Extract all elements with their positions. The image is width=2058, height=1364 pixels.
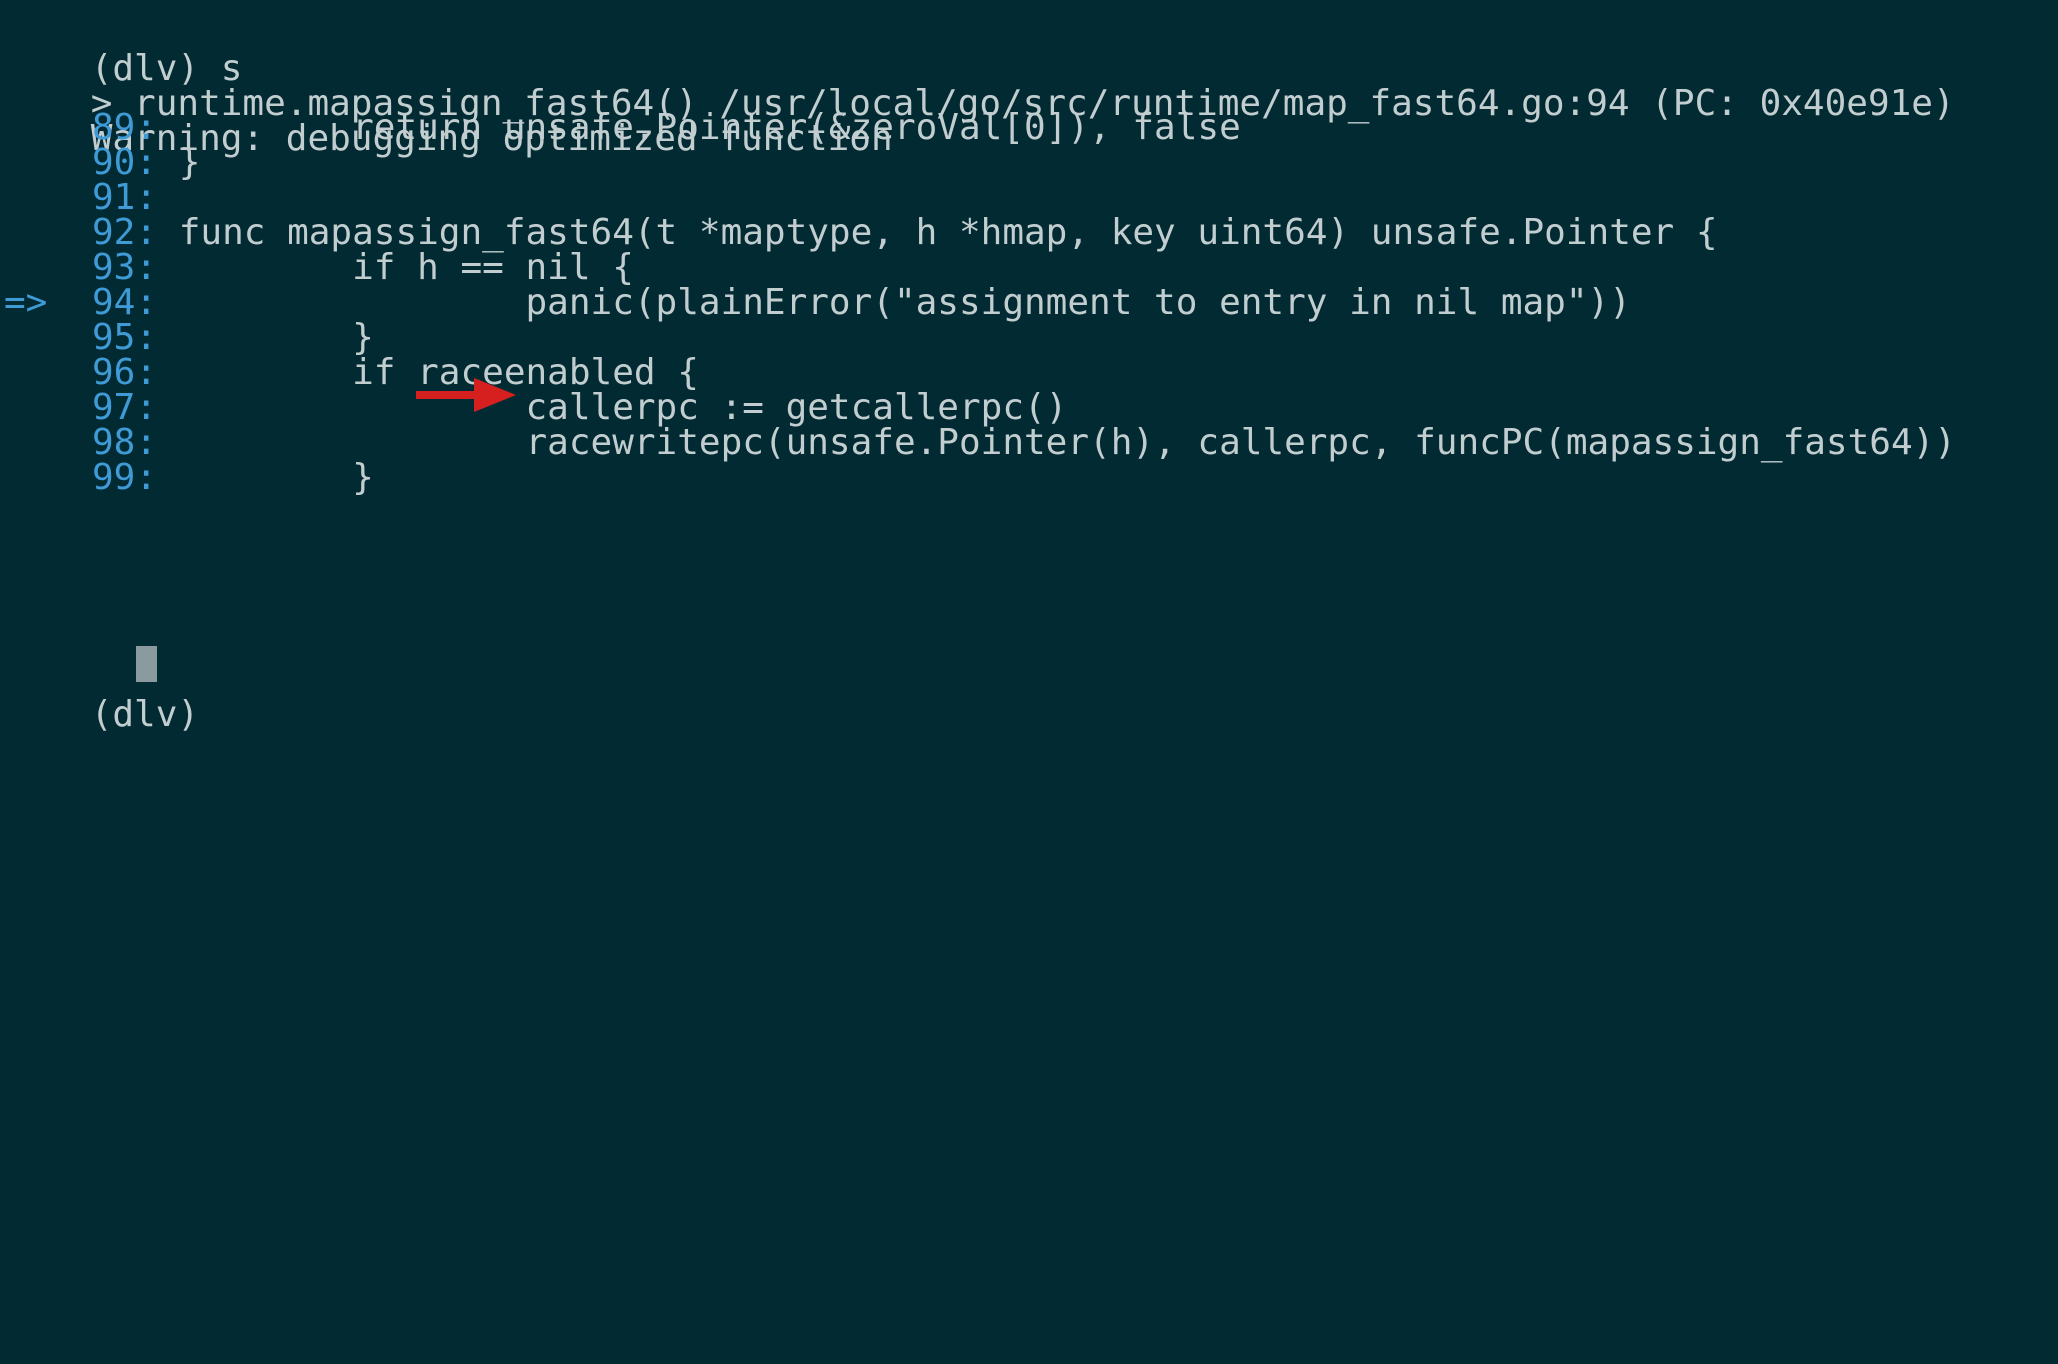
terminal-prompt-line[interactable]: (dlv) <box>4 646 199 735</box>
source-code: panic(plainError("assignment to entry in… <box>178 282 1631 323</box>
source-code: return unsafe.Pointer(&zeroVal[0]), fals… <box>178 107 1241 148</box>
source-line: 99: } <box>4 455 374 501</box>
prompt-label: (dlv) <box>90 694 200 735</box>
source-code: } <box>178 142 201 183</box>
red-right-arrow-icon <box>416 378 516 412</box>
source-code: } <box>178 457 374 498</box>
text-cursor <box>136 646 157 682</box>
line-number: 99: <box>92 457 158 498</box>
terminal-window[interactable]: (dlv) s > runtime.mapassign_fast64() /us… <box>0 0 2058 735</box>
source-code: racewritepc(unsafe.Pointer(h), callerpc,… <box>178 422 1956 463</box>
